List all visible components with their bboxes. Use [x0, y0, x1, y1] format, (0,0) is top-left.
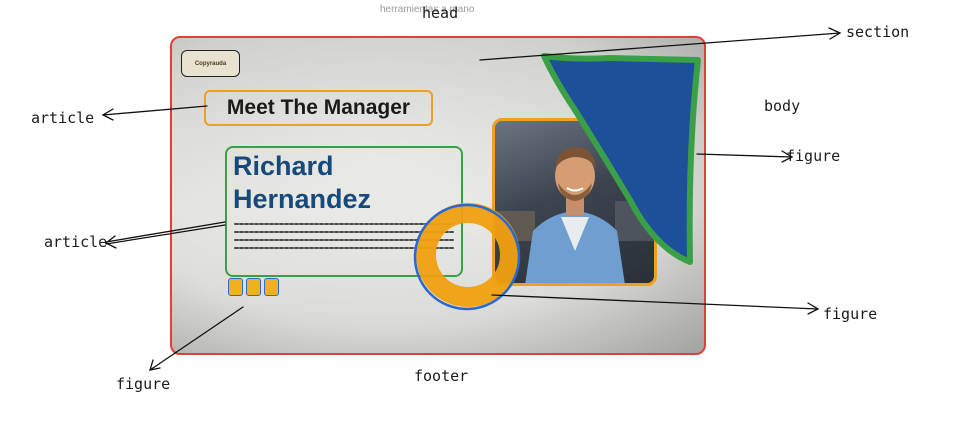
label-article-top: article: [31, 109, 95, 127]
label-section: section: [846, 23, 910, 41]
label-head: head: [422, 4, 459, 22]
blue-corner-shape: [541, 53, 701, 265]
label-footer: footer: [414, 367, 469, 385]
label-body: body: [764, 97, 801, 115]
label-figure-right: figure: [786, 147, 841, 165]
orange-ring: [416, 203, 520, 307]
label-figure-circle: figure: [823, 305, 878, 323]
label-article-bottom: article: [44, 233, 108, 251]
label-figure-bottom: figure: [116, 375, 171, 393]
annotation-layer: [101, 27, 842, 371]
